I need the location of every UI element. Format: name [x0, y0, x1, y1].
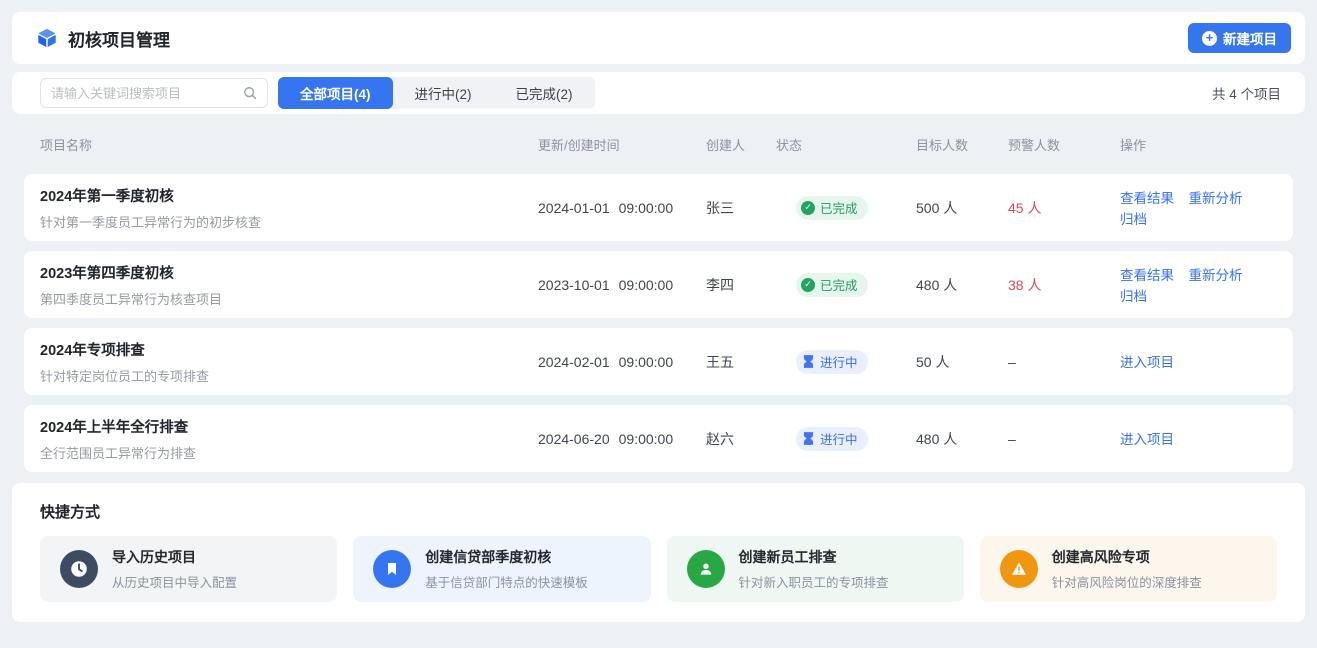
project-name: 2024年第一季度初核: [40, 185, 538, 206]
shortcut-title: 导入历史项目: [112, 547, 237, 567]
project-creator: 王五: [706, 352, 776, 372]
project-time: 2024-02-0109:00:00: [538, 354, 706, 370]
filter-toolbar: 全部项目(4) 进行中(2) 已完成(2) 共 4 个项目: [12, 72, 1305, 114]
search-input[interactable]: [51, 86, 243, 101]
table-row: 2024年第一季度初核 针对第一季度员工异常行为的初步核查 2024-01-01…: [24, 174, 1293, 241]
project-name: 2023年第四季度初核: [40, 262, 538, 283]
table-row: 2024年专项排查 针对特定岗位员工的专项排查 2024-02-0109:00:…: [24, 328, 1293, 395]
shortcut-credit-dept-review[interactable]: 创建信贷部季度初核 基于信贷部门特点的快速模板: [353, 536, 650, 602]
project-time: 2024-01-0109:00:00: [538, 200, 706, 216]
shortcut-new-employee-screening[interactable]: 创建新员工排查 针对新入职员工的专项排查: [667, 536, 964, 602]
table-row: 2023年第四季度初核 第四季度员工异常行为核查项目 2023-10-0109:…: [24, 251, 1293, 318]
check-circle-icon: ✓: [801, 278, 815, 292]
target-count: 50 人: [916, 352, 1008, 372]
tab-in-progress[interactable]: 进行中(2): [393, 77, 494, 109]
table-header: 项目名称 更新/创建时间 创建人 状态 目标人数 预警人数 操作: [24, 114, 1293, 174]
archive-link[interactable]: 归档: [1120, 289, 1147, 304]
enter-project-link[interactable]: 进入项目: [1120, 432, 1174, 447]
status-badge: 进行中: [796, 427, 868, 451]
alert-count: –: [1008, 431, 1120, 447]
project-time: 2024-06-2009:00:00: [538, 431, 706, 447]
project-description: 针对特定岗位员工的专项排查: [40, 366, 538, 385]
view-results-link[interactable]: 查看结果: [1120, 191, 1174, 206]
project-management-page: 初核项目管理 + 新建项目 全部项目(4) 进行中(2) 已完成(2) 共 4 …: [0, 0, 1317, 634]
project-name: 2024年上半年全行排查: [40, 416, 538, 437]
project-name: 2024年专项排查: [40, 339, 538, 360]
bookmark-icon: [373, 550, 411, 588]
shortcut-description: 基于信贷部门特点的快速模板: [425, 572, 588, 591]
project-description: 全行范围员工异常行为排查: [40, 443, 538, 462]
project-creator: 赵六: [706, 429, 776, 449]
project-description: 针对第一季度员工异常行为的初步核查: [40, 212, 538, 231]
status-badge: ✓ 已完成: [796, 273, 868, 297]
shortcut-description: 从历史项目中导入配置: [112, 572, 237, 591]
target-count: 480 人: [916, 275, 1008, 295]
view-results-link[interactable]: 查看结果: [1120, 268, 1174, 283]
status-badge: 进行中: [796, 350, 868, 374]
shortcut-description: 针对新入职员工的专项排查: [739, 572, 889, 591]
user-icon: [687, 550, 725, 588]
project-filter-tabs: 全部项目(4) 进行中(2) 已完成(2): [278, 77, 595, 109]
tab-all-projects[interactable]: 全部项目(4): [278, 77, 393, 109]
project-creator: 张三: [706, 198, 776, 218]
reanalyze-link[interactable]: 重新分析: [1188, 268, 1242, 283]
target-count: 480 人: [916, 429, 1008, 449]
alert-count: 38 人: [1008, 275, 1120, 295]
shortcut-title: 创建高风险专项: [1052, 547, 1202, 567]
alert-count: –: [1008, 354, 1120, 370]
plus-icon: +: [1202, 31, 1217, 46]
table-row: 2024年上半年全行排查 全行范围员工异常行为排查 2024-06-2009:0…: [24, 405, 1293, 472]
new-project-button[interactable]: + 新建项目: [1188, 23, 1291, 53]
target-count: 500 人: [916, 198, 1008, 218]
search-icon[interactable]: [243, 86, 257, 100]
col-update-time: 更新/创建时间: [538, 135, 706, 154]
project-time: 2023-10-0109:00:00: [538, 277, 706, 293]
archive-link[interactable]: 归档: [1120, 212, 1147, 227]
hourglass-icon: [801, 355, 815, 369]
shortcuts-section: 快捷方式 导入历史项目 从历史项目中导入配置: [12, 483, 1305, 622]
page-header: 初核项目管理 + 新建项目: [12, 12, 1305, 64]
tab-completed[interactable]: 已完成(2): [494, 77, 595, 109]
col-alert-count: 预警人数: [1008, 135, 1120, 154]
shortcut-high-risk-special[interactable]: 创建高风险专项 针对高风险岗位的深度排查: [980, 536, 1277, 602]
col-project-name: 项目名称: [40, 135, 538, 154]
shortcuts-grid: 导入历史项目 从历史项目中导入配置 创建信贷部季度初核 基于信贷部门特点的快速模…: [40, 536, 1277, 602]
col-target-count: 目标人数: [916, 135, 1008, 154]
page-title: 初核项目管理: [68, 26, 170, 51]
shortcut-title: 创建新员工排查: [739, 547, 889, 567]
warning-icon: [1000, 550, 1038, 588]
hourglass-icon: [801, 432, 815, 446]
search-box: [40, 78, 268, 108]
enter-project-link[interactable]: 进入项目: [1120, 355, 1174, 370]
check-circle-icon: ✓: [801, 201, 815, 215]
col-actions: 操作: [1120, 135, 1277, 154]
shortcuts-title: 快捷方式: [40, 501, 1277, 522]
total-projects-count: 共 4 个项目: [1212, 83, 1281, 103]
shortcut-import-history[interactable]: 导入历史项目 从历史项目中导入配置: [40, 536, 337, 602]
reanalyze-link[interactable]: 重新分析: [1188, 191, 1242, 206]
shortcut-description: 针对高风险岗位的深度排查: [1052, 572, 1202, 591]
status-badge: ✓ 已完成: [796, 196, 868, 220]
alert-count: 45 人: [1008, 198, 1120, 218]
col-creator: 创建人: [706, 135, 776, 154]
app-logo-cube-icon: [36, 27, 58, 49]
col-status: 状态: [776, 135, 916, 154]
shortcut-title: 创建信贷部季度初核: [425, 547, 588, 567]
clock-icon: [60, 550, 98, 588]
project-description: 第四季度员工异常行为核查项目: [40, 289, 538, 308]
project-creator: 李四: [706, 275, 776, 295]
